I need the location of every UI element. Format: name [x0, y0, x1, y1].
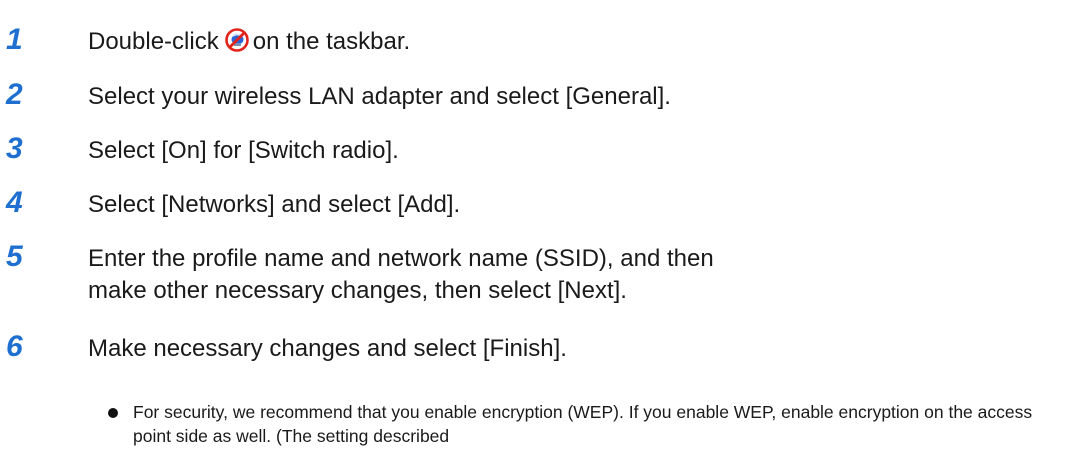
- security-note-text: For security, we recommend that you enab…: [133, 402, 1033, 446]
- step-number: 6: [6, 330, 23, 363]
- step-text-after-icon: on the taskbar.: [252, 28, 411, 55]
- step-number: 4: [6, 186, 23, 219]
- step-number: 2: [6, 78, 23, 111]
- step-text: Make necessary changes and select [Finis…: [88, 335, 567, 362]
- page: { "steps": [ { "number": "1", "text_befo…: [0, 0, 1072, 459]
- wireless-network-disabled-icon: [224, 28, 249, 52]
- step-text: Select [On] for [Switch radio].: [88, 137, 399, 164]
- step-text: Select [Networks] and select [Add].: [88, 191, 461, 218]
- step-number: 3: [6, 132, 23, 165]
- step-number: 1: [6, 23, 23, 56]
- step-text: Double-click on the taskbar.: [88, 26, 1048, 58]
- step-number: 5: [6, 240, 23, 273]
- bullet-icon: [108, 408, 118, 418]
- step-text: Enter the profile name and network name …: [88, 245, 714, 304]
- step-text: Select your wireless LAN adapter and sel…: [88, 83, 671, 110]
- step-text-before-icon: Double-click: [88, 28, 219, 55]
